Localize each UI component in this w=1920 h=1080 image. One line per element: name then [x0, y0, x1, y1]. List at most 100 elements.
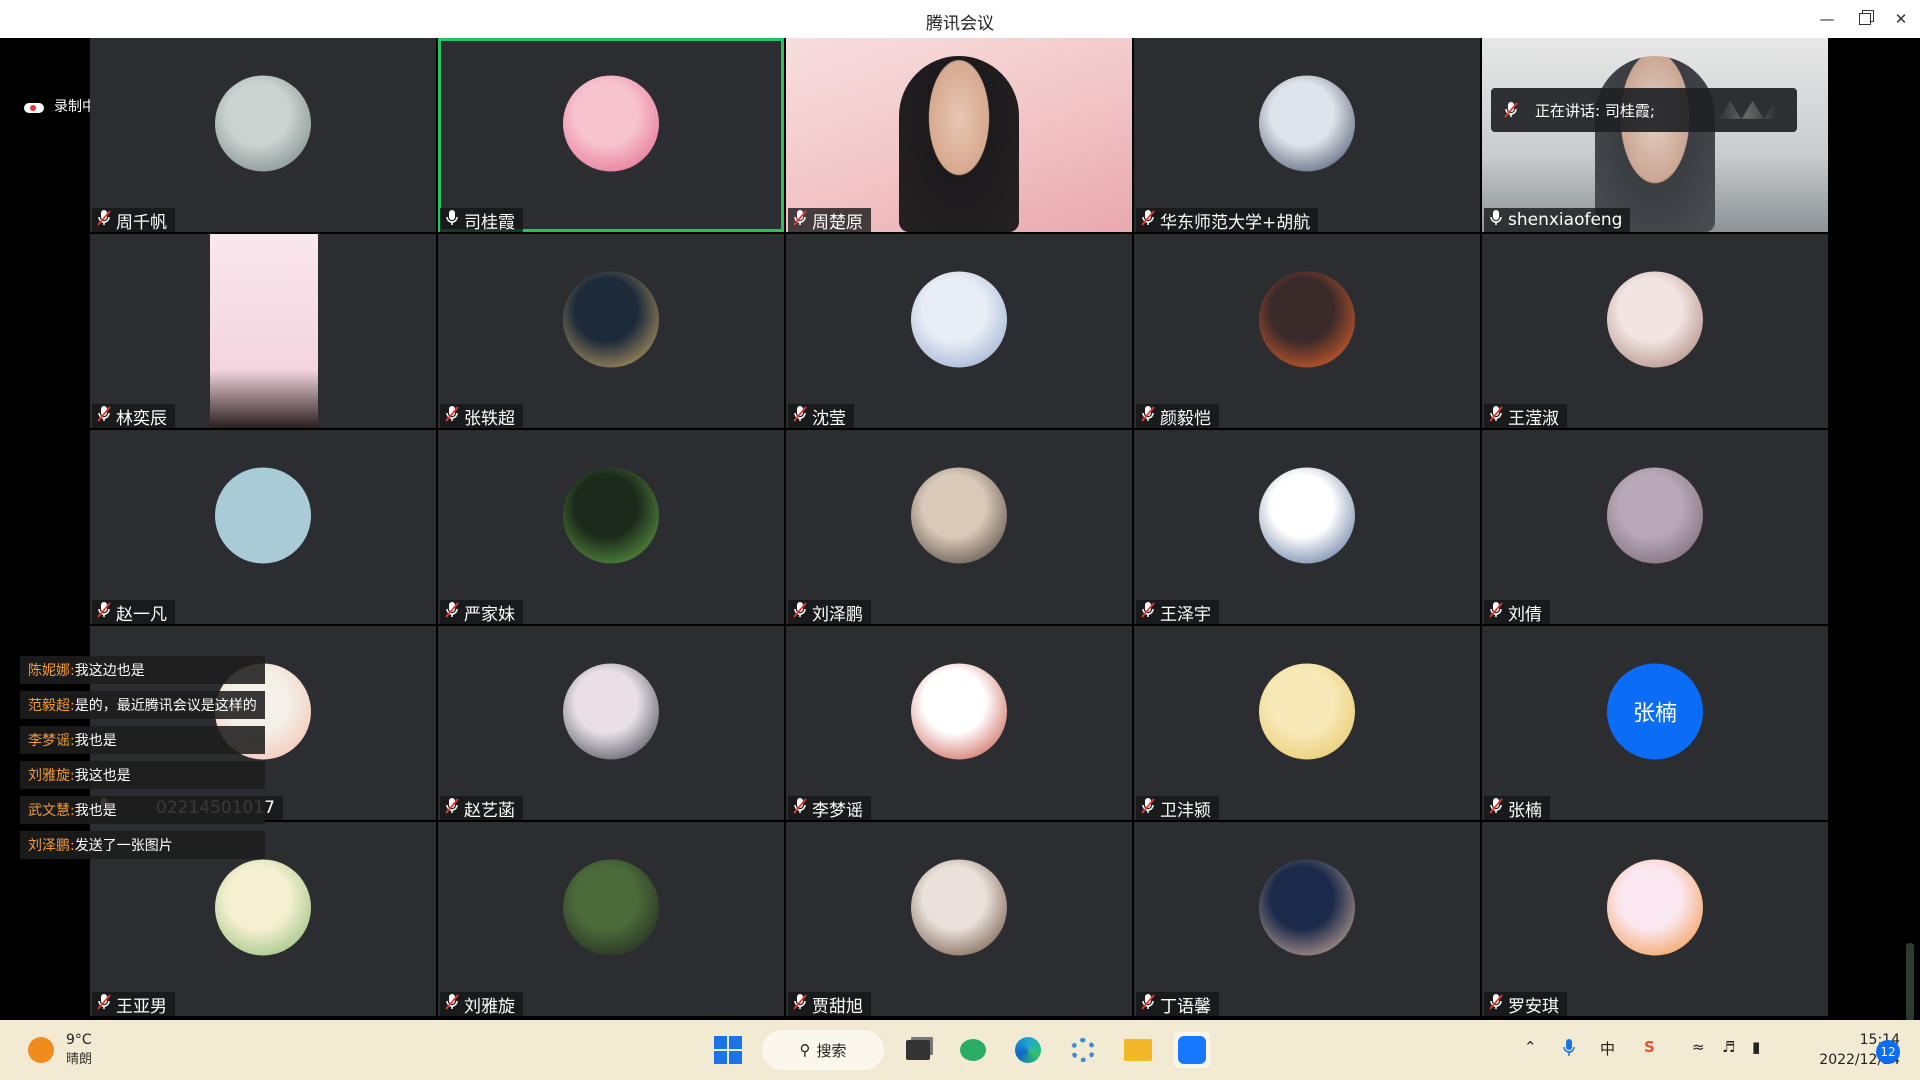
- mic-muted-icon: [96, 405, 116, 428]
- task-view-button[interactable]: [900, 1032, 936, 1068]
- participant-tile[interactable]: 丁语馨: [1134, 822, 1480, 1016]
- participant-tile[interactable]: 司桂霞: [438, 38, 784, 232]
- mic-muted-icon: [96, 601, 116, 624]
- participant-tile[interactable]: 张楠 张楠: [1482, 626, 1828, 820]
- tencent-meeting-button[interactable]: [1174, 1032, 1210, 1068]
- participant-grid: 周千帆 司桂霞 周楚原 华东师范大学+胡航 shenxiaofeng 林奕辰 张…: [90, 38, 1828, 1018]
- mic-icon: [1488, 209, 1508, 232]
- participant-name: 颜毅恺: [1160, 408, 1211, 429]
- participant-tile[interactable]: 赵一凡: [90, 430, 436, 624]
- mic-muted-icon: [1504, 102, 1518, 118]
- participant-namebar: 赵艺菡: [440, 796, 523, 820]
- participant-tile[interactable]: 罗安琪: [1482, 822, 1828, 1016]
- participant-tile[interactable]: 王滢淑: [1482, 234, 1828, 428]
- participant-namebar: 卫沣颍: [1136, 796, 1219, 820]
- input-method-icon[interactable]: 中: [1600, 1038, 1615, 1059]
- participant-tile[interactable]: 周楚原: [786, 38, 1132, 232]
- participant-name: 周楚原: [812, 212, 863, 233]
- participant-namebar: 张轶超: [440, 404, 523, 428]
- mic-muted-icon: [96, 993, 116, 1016]
- participant-namebar: 贾甜旭: [788, 992, 871, 1016]
- title-bar: 腾讯会议 — ✕: [0, 0, 1920, 38]
- participant-tile[interactable]: 刘倩: [1482, 430, 1828, 624]
- participant-namebar: shenxiaofeng: [1484, 208, 1631, 232]
- mic-muted-icon: [1488, 405, 1508, 428]
- sogou-icon[interactable]: S: [1644, 1038, 1655, 1056]
- chat-message: 李梦谣: 我也是: [20, 726, 265, 754]
- edge-button[interactable]: [1010, 1032, 1046, 1068]
- speaking-indicator: 正在讲话: 司桂霞;: [1491, 88, 1797, 132]
- participant-name: 沈莹: [812, 408, 846, 429]
- recording-indicator[interactable]: 录制中: [24, 96, 96, 116]
- file-explorer-button[interactable]: [1120, 1032, 1156, 1068]
- participant-tile[interactable]: 张轶超: [438, 234, 784, 428]
- participant-tile[interactable]: 李梦谣: [786, 626, 1132, 820]
- avatar: [1259, 859, 1355, 956]
- participant-tile[interactable]: 刘雅旋: [438, 822, 784, 1016]
- mic-muted-icon: [1140, 797, 1160, 820]
- mic-muted-icon: [1140, 209, 1160, 232]
- chat-overlay: 陈妮娜: 我这边也是 范毅超: 是的，最近腾讯会议是这样的 李梦谣: 我也是 刘雅旋: 我这也…: [20, 656, 265, 866]
- participant-name: 张轶超: [464, 408, 515, 429]
- chat-sender: 武文慧:: [28, 803, 75, 819]
- participant-tile[interactable]: 卫沣颍: [1134, 626, 1480, 820]
- chat-message: 刘雅旋: 我这也是: [20, 761, 265, 789]
- mic-muted-icon: [1140, 405, 1160, 428]
- participant-namebar: 刘泽鹏: [788, 600, 871, 624]
- search-label: 搜索: [816, 1041, 847, 1060]
- participant-tile[interactable]: 严家妹: [438, 430, 784, 624]
- participant-name: 王亚男: [116, 996, 167, 1017]
- mic-muted-icon: [792, 601, 812, 624]
- participant-namebar: 林奕辰: [92, 404, 175, 428]
- tray-overflow-icon[interactable]: ⌃: [1524, 1038, 1537, 1056]
- participant-tile[interactable]: 华东师范大学+胡航: [1134, 38, 1480, 232]
- chat-sender: 陈妮娜:: [28, 663, 75, 679]
- settings-button[interactable]: [1065, 1032, 1101, 1068]
- participant-namebar: 王滢淑: [1484, 404, 1567, 428]
- restore-button[interactable]: [1848, 4, 1882, 34]
- video-feed: [899, 56, 1019, 232]
- chat-message: 范毅超: 是的，最近腾讯会议是这样的: [20, 691, 265, 719]
- mic-muted-icon: [792, 797, 812, 820]
- participant-tile[interactable]: 沈莹: [786, 234, 1132, 428]
- chat-text: 发送了一张图片: [74, 838, 173, 854]
- participant-tile[interactable]: 刘泽鹏: [786, 430, 1132, 624]
- avatar: [215, 467, 311, 564]
- weather-widget[interactable]: 9°C 晴朗: [28, 1032, 92, 1067]
- taskbar-search[interactable]: ⚲ 搜索: [762, 1030, 884, 1070]
- edge-icon: [1015, 1037, 1041, 1063]
- participant-tile[interactable]: 王泽宇: [1134, 430, 1480, 624]
- participant-tile[interactable]: 林奕辰: [90, 234, 436, 428]
- volume-icon[interactable]: ♬: [1722, 1038, 1735, 1056]
- battery-icon[interactable]: ▮: [1752, 1038, 1760, 1056]
- participant-name: 严家妹: [464, 604, 515, 625]
- participant-namebar: 沈莹: [788, 404, 854, 428]
- participant-name: 丁语馨: [1160, 996, 1211, 1017]
- wechat-button[interactable]: [955, 1032, 991, 1068]
- participant-tile[interactable]: 颜毅恺: [1134, 234, 1480, 428]
- minimize-button[interactable]: —: [1810, 4, 1844, 34]
- avatar: [1607, 467, 1703, 564]
- start-button[interactable]: [710, 1032, 746, 1068]
- close-icon: ✕: [1894, 10, 1908, 28]
- chat-sender: 刘雅旋:: [28, 768, 75, 784]
- microphone-icon[interactable]: [1562, 1038, 1576, 1062]
- participant-tile[interactable]: 周千帆: [90, 38, 436, 232]
- restore-icon: [1859, 13, 1871, 25]
- avatar: [563, 75, 659, 172]
- mic-muted-icon: [792, 993, 812, 1016]
- folder-icon: [1124, 1039, 1152, 1061]
- wifi-icon[interactable]: ≈: [1692, 1038, 1705, 1056]
- mic-muted-icon: [1140, 993, 1160, 1016]
- participant-tile[interactable]: 贾甜旭: [786, 822, 1132, 1016]
- mic-muted-icon: [444, 601, 464, 624]
- participant-namebar: 华东师范大学+胡航: [1136, 208, 1319, 232]
- mic-muted-icon: [1488, 797, 1508, 820]
- avatar: [563, 467, 659, 564]
- participant-tile[interactable]: shenxiaofeng: [1482, 38, 1828, 232]
- notification-badge[interactable]: 12: [1876, 1040, 1900, 1064]
- participant-tile[interactable]: 赵艺菡: [438, 626, 784, 820]
- participant-name: 刘倩: [1508, 604, 1542, 625]
- close-button[interactable]: ✕: [1884, 4, 1918, 34]
- chat-sender: 范毅超:: [28, 698, 75, 714]
